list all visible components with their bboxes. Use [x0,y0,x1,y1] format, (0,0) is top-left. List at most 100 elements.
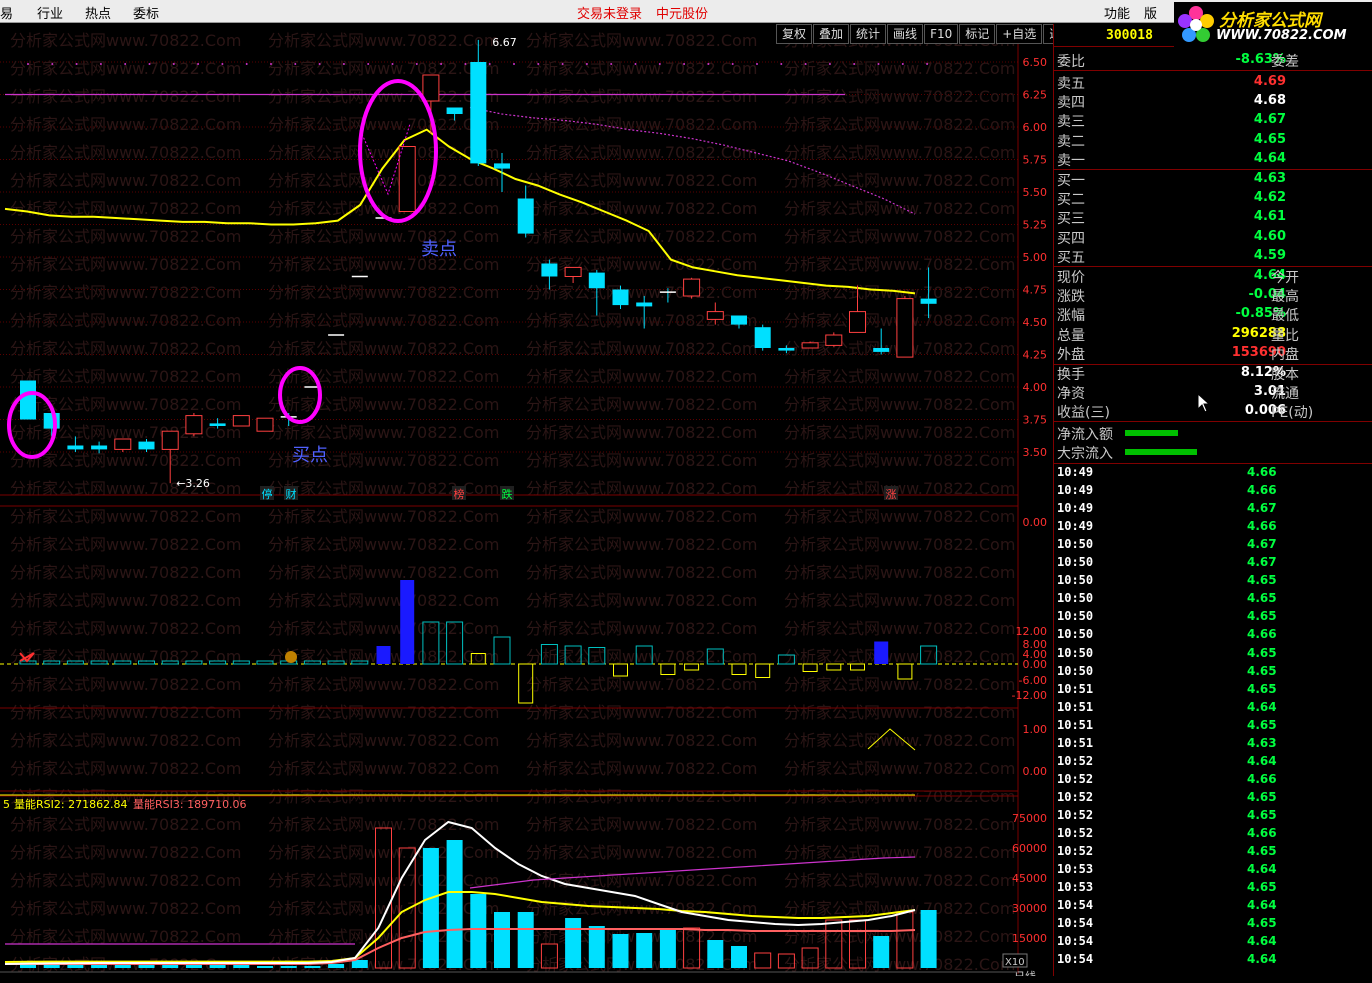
logo-url: WWW.70822.COM [1216,28,1347,43]
watermark-text: 分析家公式网www.70822.Com [784,423,1015,442]
flower-logo-icon [1178,6,1214,42]
watermark-text: 分析家公式网www.70822.Com [526,423,757,442]
rsi-bar [920,910,937,968]
candle-body [612,289,629,306]
candle-body [849,311,866,333]
watermark-text: 分析家公式网www.70822.Com [10,115,241,134]
marker-dot [245,63,248,65]
menu-function[interactable]: 功能 [1104,3,1130,22]
marker-dot [901,63,904,65]
menu-bar: 易 行业 热点 委标 交易未登录 中元股份 功能 版 [0,0,1372,23]
draw-line-button[interactable]: 画线 [887,24,924,44]
tick-row: 10:50 4.65 [1057,573,1367,591]
fuquan-button[interactable]: 复权 [776,24,813,44]
menu-trade[interactable]: 易 [0,3,13,22]
tick-time: 10:49 [1057,501,1094,516]
candle [185,413,203,437]
fund-2-label: 收益(三) [1057,405,1110,421]
fund-0: 换手 8.12% 股本 [1057,364,1371,383]
menu-industry[interactable]: 行业 [37,3,63,22]
candle [256,417,274,432]
marker-dot [634,63,637,65]
watermark-text: 分析家公式网www.70822.Com [10,367,241,386]
chart-canvas[interactable]: 6.50 6.25 6.00 5.75 5.50 5.25 5.00 4.75 4.50 4.25… [0,24,1052,976]
watermark-text: 分析家公式网www.70822.Com [10,311,241,330]
tick-time: 10:50 [1057,627,1094,642]
tick-row: 10:52 4.65 [1057,808,1367,826]
watermark-text: 分析家公式网www.70822.Com [526,507,757,526]
weibi-row: 委比 -8.63% 委差 [1057,51,1371,70]
watermark-text: 分析家公式网www.70822.Com [10,731,241,750]
price-tick-label: 6.00 [1023,121,1048,134]
tick-price: 4.66 [1247,465,1277,479]
watermark-text: 分析家公式网www.70822.Com [10,647,241,666]
f10-button[interactable]: F10 [924,24,959,44]
tick-time: 10:51 [1057,735,1094,750]
tick-price: 4.65 [1247,645,1277,660]
tick-price: 4.65 [1247,807,1277,822]
rsi-bar [233,965,250,968]
watermark-text: 分析家公式网www.70822.Com [268,311,499,330]
tick-time: 10:51 [1057,717,1094,732]
candle [20,380,36,420]
candle-body [896,298,914,358]
candle-body [470,62,487,164]
marker-dot [318,63,321,65]
tick-price: 4.64 [1247,862,1277,877]
candle-body [91,445,108,450]
login-status[interactable]: 交易未登录 [577,3,642,22]
tick-time: 10:52 [1057,789,1094,804]
overlay-button[interactable]: 叠加 [813,24,850,44]
watermark-text: 分析家公式网www.70822.Com [526,255,757,274]
watermark-text: 分析家公式网www.70822.Com [268,871,499,890]
quote-2-label2: 最低 [1271,308,1299,325]
quote-0: 现价 4.64 今开 [1057,267,1371,286]
broker-name[interactable]: 中元股份 [656,3,708,22]
rsi-bar [565,918,582,968]
watermark-text: 分析家公式网www.70822.Com [10,171,241,190]
tick-row: 10:52 4.64 [1057,754,1367,772]
stock-code[interactable]: 300018 [1106,28,1153,43]
marker-dot [585,63,588,65]
marker-dot [610,63,613,65]
candle-body [398,146,416,212]
candle-body [256,417,274,432]
buy-level-5: 买五 4.59 [1057,247,1371,266]
candle-body [161,430,179,450]
candle-body [920,298,937,304]
menu-version[interactable]: 版 [1144,3,1157,22]
watermark-text: 分析家公式网www.70822.Com [784,871,1015,890]
tick-time: 10:52 [1057,807,1094,822]
candle-body [114,438,132,450]
watermark-text: 分析家公式网www.70822.Com [10,255,241,274]
rsi-bar [588,926,605,968]
kline-chart-area[interactable]: 6.50 6.25 6.00 5.75 5.50 5.25 5.00 4.75 4.50 4.25… [0,24,1052,976]
marker-dot [464,63,467,65]
mark-button[interactable]: 标记 [959,24,996,44]
watermark-text: 分析家公式网www.70822.Com [784,815,1015,834]
candle [825,332,843,347]
divider [1054,463,1372,464]
watermark-text: 分析家公式网www.70822.Com [526,731,757,750]
tick-time: 10:54 [1057,952,1094,967]
watermark-text: 分析家公式网www.70822.Com [784,591,1015,610]
chart-toolbar: 复权 叠加 统计 画线 F10 标记 +自选 返回 [776,24,1081,44]
tick-row: 10:53 4.64 [1057,862,1367,880]
candle [517,185,534,238]
vol-tick-label: -6.00 [1019,674,1047,687]
price-tick-label: 5.00 [1023,251,1048,264]
stats-button[interactable]: 统计 [850,24,887,44]
marker-dot [27,63,29,65]
tick-time: 10:49 [1057,465,1094,479]
tick-price: 4.67 [1247,555,1277,570]
tick-row: 10:49 4.66 [1057,465,1367,483]
marker-dot [221,63,224,65]
marker-dot [391,63,394,65]
menu-weibiao[interactable]: 委标 [133,3,159,22]
watermark-text: 分析家公式网www.70822.Com [784,563,1015,582]
quote-2-label: 涨幅 [1057,308,1085,325]
rsi-bar [731,946,747,968]
rsi-bar [873,936,890,968]
add-watchlist-button[interactable]: +自选 [996,24,1043,44]
menu-hot[interactable]: 热点 [85,3,111,22]
